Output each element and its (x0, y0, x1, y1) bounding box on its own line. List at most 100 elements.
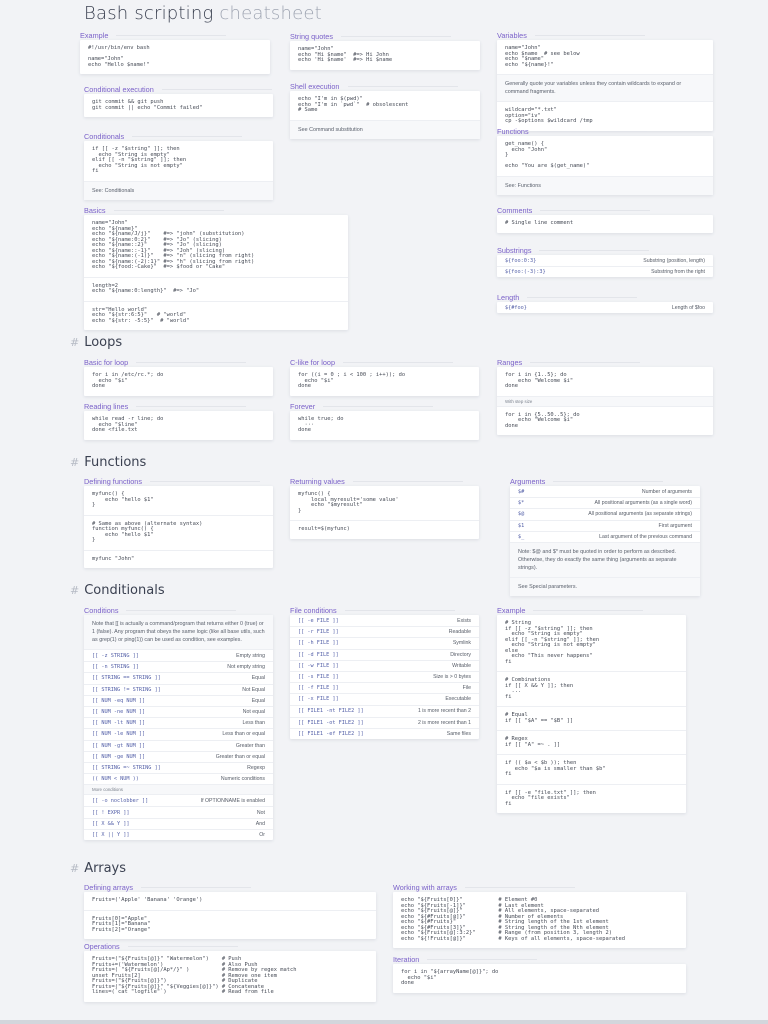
card-body: if [[ -z "$string" ]]; then echo "String… (84, 141, 273, 200)
card-title[interactable]: Substrings (497, 246, 713, 255)
card-note: Note that [[ is actually a command/progr… (84, 615, 273, 649)
section-functions: # Functions (70, 455, 146, 470)
card-body: ${#foo} Length of $foo (497, 302, 713, 314)
title-sub: cheatsheet (219, 3, 322, 24)
syntax: [[ -f FILE ]] (298, 685, 339, 692)
description: Symlink (452, 640, 471, 647)
card-title[interactable]: Basic for loop (84, 358, 273, 367)
section-title: Arrays (84, 861, 127, 876)
card-title[interactable]: Conditions (84, 606, 273, 615)
card-body: name="John" echo "${name}" echo "${name/J/… (84, 215, 348, 330)
table-row: $* All positional arguments (as a single … (510, 497, 700, 508)
table-row: [[ FILE1 -ef FILE2 ]] Same files (290, 727, 479, 739)
code-block: # Combinations if [[ X && Y ]]; then ... f… (497, 671, 686, 706)
code-block: while true; do ··· done (290, 411, 479, 440)
table-row: [[ STRING =~ STRING ]] Regexp (84, 761, 273, 773)
card-title[interactable]: File conditions (290, 606, 479, 615)
card-condexec: Conditional execution git commit && git p… (84, 85, 273, 117)
card-body: myfunc() { local myresult='some value' e… (290, 486, 479, 539)
description: Substring (position, length) (643, 257, 705, 264)
table-row: [[ -x FILE ]] Executable (290, 693, 479, 704)
code-line: # Same (298, 107, 318, 113)
syntax: [[ -d FILE ]] (298, 651, 339, 658)
card-title[interactable]: Operations (84, 942, 376, 951)
description: Not Equal (242, 686, 265, 693)
card-title[interactable]: Defining arrays (84, 883, 376, 892)
subheading: More conditions (84, 784, 273, 795)
table-row: [[ NUM -le NUM ]] Less than or equal (84, 728, 273, 739)
card-title[interactable]: String quotes (290, 32, 480, 41)
description: Numeric conditions (220, 776, 265, 783)
syntax: [[ -h FILE ]] (298, 640, 339, 647)
syntax: [[ NUM -gt NUM ]] (92, 742, 146, 749)
code-block: length=2 echo "${name:0:length}" #=> "Jo" (84, 276, 348, 301)
card-title[interactable]: Example (497, 606, 686, 615)
card-title[interactable]: Variables (497, 31, 713, 40)
card-retvals: Returning values myfunc() { local myresul… (290, 477, 479, 539)
card-title[interactable]: Forever (290, 402, 479, 411)
card-defarrays: Defining arrays Fruits=('Apple' 'Banana' … (84, 883, 376, 939)
syntax: $@ (518, 511, 525, 518)
card-title[interactable]: Comments (497, 206, 713, 215)
card-title[interactable]: Functions (497, 127, 713, 136)
card-title[interactable]: Ranges (497, 358, 713, 367)
section-arrays: # Arrays (70, 861, 126, 876)
code-line: done (505, 383, 518, 389)
code-line: echo "${name}!" (505, 61, 554, 68)
table-row: $1 First argument (510, 519, 700, 531)
card-body: #!/usr/bin/env bash name="John" echo "Hell… (80, 40, 270, 74)
card-readlines: Reading lines while read -r line; do echo… (84, 402, 273, 440)
code-block: if [[ -e "file.txt" ]]; then echo "file … (497, 783, 686, 814)
code-block: for i in "${arrayName[@]}"; do echo "$i"… (393, 964, 686, 993)
card-title[interactable]: Iteration (393, 955, 686, 964)
syntax: (( NUM < NUM )) (92, 776, 139, 783)
table-row: [[ -r FILE ]] Readable (290, 626, 479, 637)
syntax: ${foo:(-3):3} (505, 269, 546, 276)
hash-icon: # (70, 456, 80, 469)
syntax: [[ -x FILE ]] (298, 696, 339, 703)
description: Exists (457, 617, 471, 624)
section-title: Functions (84, 455, 147, 470)
description: Executable (445, 696, 471, 703)
table-row: [[ STRING != STRING ]] Not Equal (84, 683, 273, 695)
syntax: $* (518, 500, 525, 507)
bottom-scrollbar[interactable] (0, 1020, 768, 1024)
section-title: Loops (84, 335, 123, 350)
description: All positional arguments (as a single wo… (594, 500, 692, 507)
card-note: Generally quote your variables unless th… (497, 74, 713, 101)
table-row: $@ All positional arguments (as separate … (510, 508, 700, 519)
card-title[interactable]: Length (497, 293, 713, 302)
description: Less than (242, 720, 266, 727)
card-title[interactable]: Defining functions (84, 477, 273, 486)
card-title[interactable]: C-like for loop (290, 358, 479, 367)
card-title[interactable]: Working with arrays (393, 883, 686, 892)
code-line: done <file.txt (92, 427, 138, 433)
card-body: # Single line comment (497, 215, 713, 233)
card-body: get_name() { echo "John"} echo "You are $… (497, 136, 713, 195)
card-title[interactable]: Arguments (510, 477, 700, 486)
description: Same files (446, 730, 471, 737)
description: Not equal (242, 709, 265, 716)
card-body: Note that [[ is actually a command/progr… (84, 615, 273, 840)
card-title[interactable]: Reading lines (84, 402, 273, 411)
card-title[interactable]: Conditional execution (84, 85, 273, 94)
card-title[interactable]: Conditionals (84, 132, 273, 141)
reference-table: ${#foo} Length of $foo (497, 302, 713, 313)
code-line: done (401, 980, 414, 986)
card-title[interactable]: Example (80, 31, 270, 40)
description: Directory (450, 651, 471, 658)
syntax: [[ NUM -le NUM ]] (92, 731, 146, 738)
card-title[interactable]: Basics (84, 206, 348, 215)
syntax: [[ ! EXPR ]] (92, 809, 130, 816)
card-title[interactable]: Shell execution (290, 82, 480, 91)
card-body: name="John" echo $name # see below echo "$… (497, 40, 713, 131)
table-row: ${foo:(-3):3} Substring from the right (497, 266, 713, 277)
card-body: ${foo:0:3} Substring (position, length) ${… (497, 255, 713, 278)
card-body: Fruits=('Apple' 'Banana' 'Orange') Fruits… (84, 892, 376, 939)
card-title[interactable]: Returning values (290, 477, 479, 486)
description: Not (256, 809, 265, 816)
code-block: # String if [[ -z "$string" ]]; then echo… (497, 615, 686, 671)
code-block: echo "I'm in $(pwd)" echo "I'm in `pwd`" … (290, 91, 480, 120)
code-block: # Single line comment (497, 215, 713, 233)
card-arguments: Arguments $# Number of arguments $* All posi… (510, 477, 700, 596)
